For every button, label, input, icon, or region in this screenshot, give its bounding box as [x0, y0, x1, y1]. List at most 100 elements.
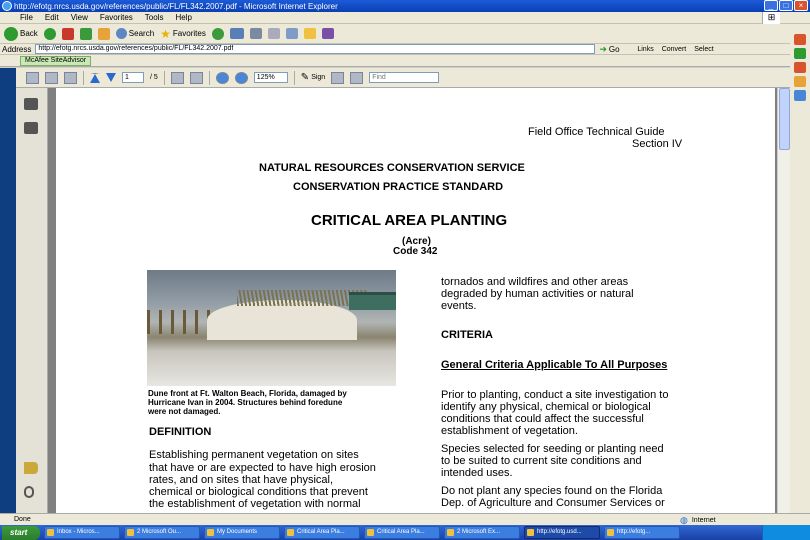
window-title-bar: http://efotg.nrcs.usda.gov/references/pu…	[0, 0, 810, 12]
body-line: tornados and wildfires and other areas	[441, 276, 629, 288]
start-button[interactable]: start	[2, 525, 40, 540]
convert-button[interactable]: Convert	[662, 46, 687, 53]
tag-icon[interactable]	[24, 462, 38, 474]
photo-caption-2: Hurricane Ivan in 2004. Structures behin…	[148, 398, 343, 407]
address-input[interactable]: http://efotg.nrcs.usda.gov/references/pu…	[35, 44, 596, 54]
email-icon[interactable]	[64, 71, 77, 84]
ie-icon	[2, 1, 12, 11]
select-button[interactable]: Select	[694, 46, 713, 53]
siteadvisor-button[interactable]: McAfee SiteAdvisor	[20, 55, 92, 66]
pages-icon[interactable]	[24, 98, 38, 110]
definition-line: rates, and on sites that have physical,	[149, 474, 334, 486]
folder-icon[interactable]	[303, 28, 316, 39]
menu-tools[interactable]: Tools	[145, 13, 164, 22]
app-icon[interactable]	[794, 76, 806, 87]
forward-button[interactable]	[43, 27, 56, 40]
windows-logo-icon: ⊞	[762, 12, 780, 24]
messenger-icon[interactable]	[321, 28, 334, 39]
vertical-scrollbar[interactable]	[777, 88, 790, 513]
go-button[interactable]: ➜ Go	[599, 44, 629, 54]
taskbar-item[interactable]: 2 Microsoft Ou...	[124, 526, 200, 539]
search-button[interactable]: Search	[115, 28, 155, 39]
body-line: establishment of vegetation.	[441, 425, 578, 437]
zoom-in-icon[interactable]	[234, 71, 248, 84]
maximize-button[interactable]: □	[779, 0, 793, 11]
taskbar-item-active[interactable]: http://efotg.usd...	[524, 526, 600, 539]
close-button[interactable]: ×	[794, 0, 808, 11]
menu-view[interactable]: View	[71, 13, 88, 22]
app-icon[interactable]	[794, 62, 806, 73]
menu-bar: File Edit View Favorites Tools Help ⊞	[0, 12, 810, 24]
search-label: Search	[128, 29, 155, 38]
menu-edit[interactable]: Edit	[45, 13, 59, 22]
taskbar-item[interactable]: Critical Area Pla...	[284, 526, 360, 539]
windows-taskbar: start Inbox - Micros... 2 Microsoft Ou..…	[0, 525, 810, 540]
header-line-2: Section IV	[632, 138, 683, 150]
app-icon[interactable]	[794, 90, 806, 101]
back-button[interactable]: Back	[4, 26, 38, 41]
menu-file[interactable]: File	[20, 13, 33, 22]
search-icon	[115, 28, 127, 39]
stop-icon[interactable]	[61, 27, 74, 40]
save-copy-icon[interactable]	[45, 71, 58, 84]
app-icon[interactable]	[794, 34, 806, 45]
page-total: / 5	[150, 74, 158, 81]
star-icon: ★	[160, 26, 171, 41]
document-title: CRITICAL AREA PLANTING	[311, 212, 508, 229]
taskbar-item[interactable]: Inbox - Micros...	[44, 526, 120, 539]
body-line: to be suited to current site conditions …	[441, 455, 642, 467]
taskbar-item[interactable]: 2 Microsoft Ex...	[444, 526, 520, 539]
body-line: Prior to planting, conduct a site invest…	[441, 389, 669, 401]
select-tool-icon[interactable]	[189, 71, 203, 84]
body-line: Do not plant any species found on the Fl…	[441, 485, 663, 497]
print-pdf-icon[interactable]	[26, 71, 39, 84]
toolbar-divider	[163, 70, 165, 85]
home-icon[interactable]	[97, 27, 110, 40]
bookmarks-icon[interactable]	[24, 122, 38, 134]
back-arrow-icon	[4, 26, 18, 41]
window-title: http://efotg.nrcs.usda.gov/references/pu…	[14, 1, 338, 11]
app-icon[interactable]	[794, 48, 806, 59]
toolbar-divider	[293, 70, 295, 85]
back-label: Back	[20, 29, 38, 38]
practice-code: Code 342	[393, 246, 438, 257]
sign-button[interactable]: ✎ Sign	[301, 72, 325, 83]
taskbar-item[interactable]: http://efotg...	[604, 526, 680, 539]
address-label: Address	[2, 44, 32, 54]
minimize-button[interactable]: _	[764, 0, 778, 11]
page-number-input[interactable]: 1	[122, 72, 144, 83]
history-icon[interactable]	[211, 27, 224, 40]
previous-page-icon[interactable]	[90, 72, 100, 83]
next-page-icon[interactable]	[106, 73, 116, 82]
links-label[interactable]: Links	[637, 46, 653, 53]
find-input[interactable]: Find	[369, 72, 440, 83]
discuss-icon[interactable]	[285, 28, 298, 39]
refresh-icon[interactable]	[79, 27, 92, 40]
general-criteria-heading: General Criteria Applicable To All Purpo…	[441, 359, 668, 371]
go-arrow-icon: ➜	[599, 43, 607, 54]
zoom-out-icon[interactable]	[215, 71, 229, 84]
favorites-button[interactable]: ★ Favorites	[160, 27, 206, 41]
document-icon[interactable]	[350, 71, 364, 84]
print-icon[interactable]	[249, 28, 262, 39]
definition-line: the establishment of vegetation with nor…	[149, 498, 361, 510]
taskbar-item[interactable]: Critical Area Pla...	[364, 526, 440, 539]
zone-label: Internet	[691, 517, 716, 524]
agency-name: NATURAL RESOURCES CONSERVATION SERVICE	[259, 162, 525, 174]
mail-icon[interactable]	[229, 28, 244, 39]
edit-icon[interactable]	[267, 28, 280, 39]
criteria-heading: CRITERIA	[441, 329, 493, 341]
adobe-left-bar	[0, 68, 48, 513]
standard-heading: CONSERVATION PRACTICE STANDARD	[293, 181, 504, 193]
hand-tool-icon[interactable]	[170, 71, 184, 84]
document-viewport[interactable]: Field Office Technical Guide Section IV …	[48, 88, 777, 513]
menu-help[interactable]: Help	[175, 13, 191, 22]
scrollbar-thumb[interactable]	[779, 88, 790, 150]
zoom-level-input[interactable]: 125%	[253, 72, 288, 83]
taskbar-item[interactable]: My Documents	[204, 526, 280, 539]
menu-favorites[interactable]: Favorites	[100, 13, 133, 22]
definition-heading: DEFINITION	[149, 426, 212, 438]
grass-graphic	[237, 290, 367, 306]
attachment-clip-icon[interactable]	[24, 486, 34, 498]
save-pdf-icon[interactable]	[331, 71, 345, 84]
